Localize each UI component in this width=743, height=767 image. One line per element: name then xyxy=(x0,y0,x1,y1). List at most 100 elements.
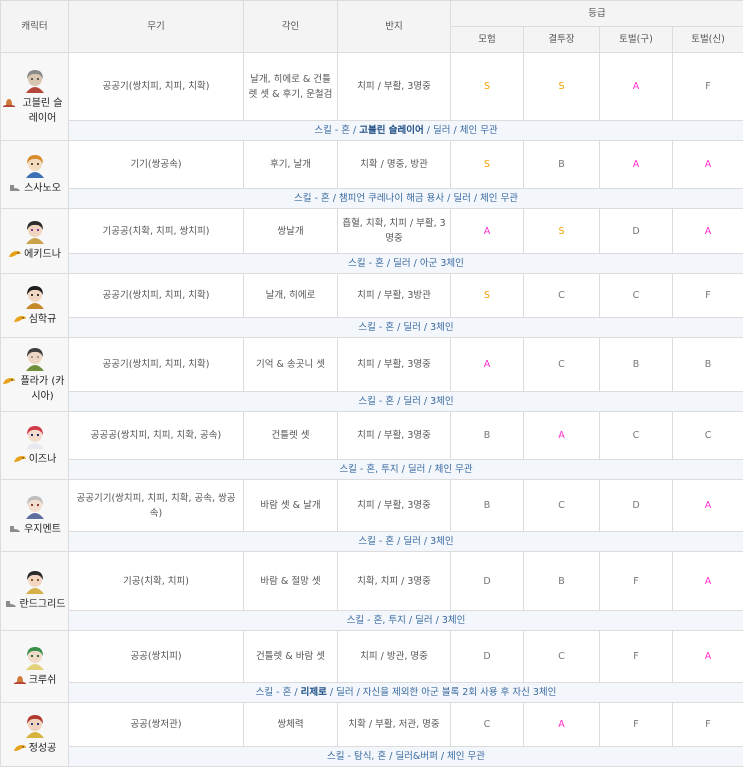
engraving-cell: 쌍체력 xyxy=(244,703,338,747)
summary-cell: 스킬 - 혼 / 딜러 / 3체인 xyxy=(69,392,743,412)
character-row: 크루쉬공공(쌍치피)건틀렛 & 바람 셋치피 / 방관, 명중DCFA xyxy=(1,631,743,683)
grade-cell: B xyxy=(451,412,524,460)
summary-row: 스킬 - 혼 / 딜러 / 3체인 xyxy=(1,392,743,412)
engraving-cell: 건틀렛 셋 xyxy=(244,412,338,460)
character-portrait xyxy=(2,152,67,180)
grade-cell: F xyxy=(600,552,673,611)
character-cell: 스사노오 xyxy=(1,141,69,209)
grade-cell: S xyxy=(451,141,524,189)
summary-row: 스킬 - 혼, 투지 / 딜러 / 3체인 xyxy=(1,611,743,631)
grade-cell: B xyxy=(524,141,600,189)
ring-cell: 치피 / 부활, 3명중 xyxy=(338,338,451,392)
ring-cell: 치피 / 부활, 3명중 xyxy=(338,53,451,121)
weapon-cell: 기공(치확, 치피) xyxy=(69,552,244,611)
summary-cell: 스킬 - 혼 / 고블린 슬레이어 / 딜러 / 체인 무관 xyxy=(69,121,743,141)
horn-icon xyxy=(13,314,27,329)
summary-row: 스킬 - 혼 / 챔피언 쿠레나이 해금 용사 / 딜러 / 체인 무관 xyxy=(1,189,743,209)
weapon-cell: 기공공(치확, 치피, 쌍치피) xyxy=(69,209,244,254)
character-name: 스사노오 xyxy=(24,181,61,196)
summary-cell: 스킬 - 혼, 투지 / 딜러 / 체인 무관 xyxy=(69,460,743,480)
weapon-cell: 기기(쌍공속) xyxy=(69,141,244,189)
summary-text-tail: / 딜러 / 자신을 제외한 아군 블록 2회 사용 후 자신 3체인 xyxy=(327,687,557,698)
weapon-cell: 공공기(쌍치피, 치피, 치확) xyxy=(69,274,244,318)
character-portrait xyxy=(2,712,67,740)
summary-cell: 스킬 - 혼 / 챔피언 쿠레나이 해금 용사 / 딜러 / 체인 무관 xyxy=(69,189,743,209)
character-portrait xyxy=(2,283,67,311)
grade-cell: C xyxy=(600,274,673,318)
character-cell: 에키드나 xyxy=(1,209,69,274)
summary-cell: 스킬 - 혼, 투지 / 딜러 / 3체인 xyxy=(69,611,743,631)
summary-highlight: 리제로 xyxy=(301,687,327,698)
engraving-cell: 기억 & 송곳니 셋 xyxy=(244,338,338,392)
horn-icon xyxy=(13,454,27,469)
character-cell: 이즈나 xyxy=(1,412,69,480)
character-cell: 고블린 슬레이어 xyxy=(1,53,69,141)
summary-highlight: 고블린 슬레이어 xyxy=(359,125,424,136)
character-row: 심학규공공기(쌍치피, 치피, 치확)날개, 히에로치피 / 부활, 3방관SC… xyxy=(1,274,743,318)
grade-cell: F xyxy=(673,53,743,121)
grade-cell: C xyxy=(451,703,524,747)
ring-cell: 흡혈, 치확, 치피 / 부활, 3명중 xyxy=(338,209,451,254)
header-ring: 반지 xyxy=(338,1,451,53)
summary-text: 스킬 - 혼 / 딜러 / 3체인 xyxy=(358,396,453,407)
character-row: 에키드나기공공(치확, 치피, 쌍치피)쌍날개흡혈, 치확, 치피 / 부활, … xyxy=(1,209,743,254)
hat-icon xyxy=(13,675,27,690)
summary-text: 스킬 - 혼 / 딜러 / 3체인 xyxy=(358,536,453,547)
ring-cell: 치피 / 부활, 3명중 xyxy=(338,412,451,460)
header-grade: 등급 xyxy=(451,1,743,27)
character-name: 고블린 슬레이어 xyxy=(18,96,67,126)
ring-cell: 치피 / 방관, 명중 xyxy=(338,631,451,683)
character-row: 플라가 (카시아)공공기(쌍치피, 치피, 치확)기억 & 송곳니 셋치피 / … xyxy=(1,338,743,392)
ring-cell: 치확 / 명중, 방관 xyxy=(338,141,451,189)
header-character: 캐릭터 xyxy=(1,1,69,53)
grade-cell: S xyxy=(524,209,600,254)
grade-cell: C xyxy=(524,274,600,318)
weapon-cell: 공공공(쌍치피, 치피, 치확, 공속) xyxy=(69,412,244,460)
ring-cell: 치확 / 부활, 저관, 명중 xyxy=(338,703,451,747)
character-name: 우지멘트 xyxy=(24,522,61,537)
grade-cell: B xyxy=(524,552,600,611)
character-name: 에키드나 xyxy=(24,247,61,262)
character-portrait xyxy=(2,644,67,672)
character-row: 고블린 슬레이어공공기(쌍치피, 치피, 치확)날개, 히에로 & 건틀렛 셋 … xyxy=(1,53,743,121)
summary-row: 스킬 - 혼 / 딜러 / 3체인 xyxy=(1,532,743,552)
character-portrait xyxy=(2,493,67,521)
summary-cell: 스킬 - 탐식, 혼 / 딜러&버퍼 / 체인 무관 xyxy=(69,747,743,767)
shoe-icon xyxy=(4,599,18,614)
engraving-cell: 날개, 히에로 & 건틀렛 셋 & 후기, 운철검 xyxy=(244,53,338,121)
grade-cell: S xyxy=(524,53,600,121)
summary-text: 스킬 - 혼 / xyxy=(256,687,301,698)
grade-cell: C xyxy=(673,412,743,460)
grade-cell: C xyxy=(524,480,600,532)
header-grade-arena: 결투장 xyxy=(524,27,600,53)
grade-cell: C xyxy=(524,338,600,392)
engraving-cell: 후기, 날개 xyxy=(244,141,338,189)
grade-cell: A xyxy=(673,480,743,532)
summary-cell: 스킬 - 혼 / 딜러 / 3체인 xyxy=(69,318,743,338)
grade-cell: F xyxy=(673,274,743,318)
header-grade-adventure: 모험 xyxy=(451,27,524,53)
character-row: 란드그리드기공(치확, 치피)바람 & 절망 셋치확, 치피 / 3명중DBFA xyxy=(1,552,743,611)
weapon-cell: 공공기기(쌍치피, 치피, 치확, 공속, 쌍공속) xyxy=(69,480,244,532)
grade-cell: A xyxy=(600,141,673,189)
weapon-cell: 공공기(쌍치피, 치피, 치확) xyxy=(69,53,244,121)
summary-row: 스킬 - 혼 / 고블린 슬레이어 / 딜러 / 체인 무관 xyxy=(1,121,743,141)
grade-cell: F xyxy=(600,703,673,747)
grade-cell: S xyxy=(451,274,524,318)
character-row: 우지멘트공공기기(쌍치피, 치피, 치확, 공속, 쌍공속)바람 셋 & 날개치… xyxy=(1,480,743,532)
grade-cell: F xyxy=(600,631,673,683)
summary-text: 스킬 - 혼 / xyxy=(314,125,359,136)
grade-cell: A xyxy=(673,209,743,254)
character-portrait xyxy=(2,423,67,451)
weapon-cell: 공공(쌍치피) xyxy=(69,631,244,683)
summary-row: 스킬 - 혼 / 리제로 / 딜러 / 자신을 제외한 아군 블록 2회 사용 … xyxy=(1,683,743,703)
summary-text-tail: / 딜러 / 체인 무관 xyxy=(424,125,498,136)
character-row: 이즈나공공공(쌍치피, 치피, 치확, 공속)건틀렛 셋치피 / 부활, 3명중… xyxy=(1,412,743,460)
weapon-cell: 공공기(쌍치피, 치피, 치확) xyxy=(69,338,244,392)
summary-cell: 스킬 - 혼 / 리제로 / 딜러 / 자신을 제외한 아군 블록 2회 사용 … xyxy=(69,683,743,703)
character-cell: 플라가 (카시아) xyxy=(1,338,69,412)
summary-row: 스킬 - 혼, 투지 / 딜러 / 체인 무관 xyxy=(1,460,743,480)
grade-cell: B xyxy=(451,480,524,532)
character-cell: 란드그리드 xyxy=(1,552,69,631)
summary-text: 스킬 - 혼 / 딜러 / 3체인 xyxy=(358,322,453,333)
